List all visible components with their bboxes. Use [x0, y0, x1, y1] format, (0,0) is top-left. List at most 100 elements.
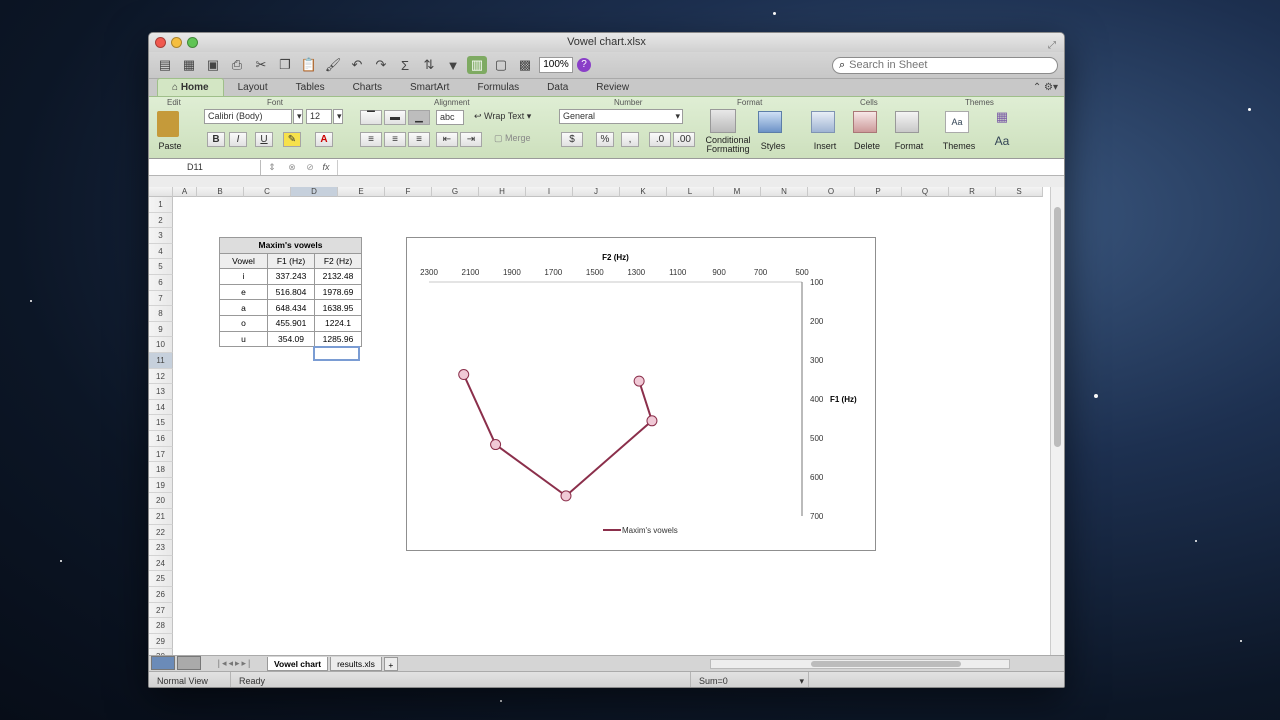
table-header[interactable]: F1 (Hz) [267, 252, 315, 270]
vertical-scroll-thumb[interactable] [1054, 207, 1061, 447]
column-header[interactable]: M [714, 187, 761, 197]
confirm-entry-icon[interactable]: ⊘ [301, 162, 319, 173]
row-header[interactable]: 7 [149, 290, 173, 307]
row-header[interactable]: 17 [149, 446, 173, 463]
delete-button[interactable]: Delete [849, 141, 885, 151]
insert-cells-icon[interactable] [811, 111, 835, 133]
selected-cell[interactable] [313, 346, 360, 361]
column-header[interactable]: F [385, 187, 432, 197]
row-header[interactable]: 13 [149, 384, 173, 400]
table-cell[interactable]: u [219, 330, 268, 348]
column-header[interactable]: R [949, 187, 996, 197]
themes-icon[interactable]: Aa [945, 111, 969, 133]
table-caption[interactable]: Maxim's vowels [219, 237, 362, 254]
ribbon-options-icon[interactable]: ⌃ ⚙▾ [1027, 79, 1064, 96]
sheet-tab-results[interactable]: results.xls [330, 656, 382, 671]
row-header[interactable]: 11 [149, 353, 173, 369]
column-header[interactable]: H [479, 187, 526, 197]
media-icon[interactable]: ▩ [515, 56, 535, 74]
copy-icon[interactable]: ❐ [275, 56, 295, 74]
align-bottom-icon[interactable]: ▁ [408, 110, 430, 125]
row-header[interactable]: 26 [149, 587, 173, 603]
styles-button[interactable]: Styles [757, 141, 789, 151]
tab-tables[interactable]: Tables [282, 79, 339, 96]
row-header[interactable]: 23 [149, 540, 173, 556]
table-cell[interactable]: e [219, 283, 268, 301]
formula-input[interactable] [337, 159, 1064, 175]
bold-button[interactable]: B [207, 132, 225, 147]
align-center-icon[interactable]: ≡ [384, 132, 406, 147]
table-cell[interactable]: 1224.1 [314, 314, 362, 332]
undo-icon[interactable]: ↶ [347, 56, 367, 74]
highlight-icon[interactable]: ✎ [283, 132, 301, 147]
column-header[interactable]: E [338, 187, 385, 197]
search-input[interactable] [849, 59, 1030, 71]
gallery-icon[interactable]: ▥ [467, 56, 487, 74]
insert-button[interactable]: Insert [807, 141, 843, 151]
new-workbook-icon[interactable]: ▤ [155, 56, 175, 74]
row-header[interactable]: 3 [149, 228, 173, 244]
wrap-text-button[interactable]: ↩ Wrap Text ▾ [471, 110, 547, 125]
cut-icon[interactable]: ✂ [251, 56, 271, 74]
row-header[interactable]: 10 [149, 337, 173, 353]
sheet-navigation-arrows[interactable]: |◂◂▸▸| [205, 658, 265, 669]
vertical-scrollbar[interactable] [1050, 187, 1064, 661]
row-header[interactable]: 2 [149, 212, 173, 229]
table-cell[interactable]: 516.804 [267, 283, 315, 301]
font-color-icon[interactable]: A [315, 132, 333, 147]
column-header[interactable]: L [667, 187, 714, 197]
format-cells-icon[interactable] [895, 111, 919, 133]
italic-button[interactable]: I [229, 132, 247, 147]
merge-button[interactable]: ▢ Merge [491, 132, 541, 147]
orientation-select[interactable]: abc [436, 110, 464, 125]
cancel-entry-icon[interactable]: ⊗ [283, 162, 301, 173]
autosum-icon[interactable]: Σ [395, 56, 415, 74]
toolbox-icon[interactable]: ▢ [491, 56, 511, 74]
column-header[interactable]: P [855, 187, 902, 197]
font-size-dropdown-icon[interactable]: ▾ [333, 109, 343, 124]
table-cell[interactable]: a [219, 299, 268, 316]
row-header[interactable]: 14 [149, 399, 173, 416]
conditional-formatting-button[interactable]: Conditional Formatting [702, 136, 754, 154]
open-icon[interactable]: ▦ [179, 56, 199, 74]
table-cell[interactable]: 337.243 [267, 268, 315, 285]
horizontal-scroll-thumb[interactable] [810, 660, 961, 667]
format-painter-icon[interactable]: 🖌 [323, 56, 343, 74]
row-header[interactable]: 15 [149, 415, 173, 431]
table-header[interactable]: Vowel [219, 252, 268, 270]
row-header[interactable]: 16 [149, 431, 173, 447]
table-cell[interactable]: 648.434 [267, 299, 315, 316]
row-header[interactable]: 29 [149, 633, 173, 650]
row-header[interactable]: 22 [149, 524, 173, 541]
tab-formulas[interactable]: Formulas [463, 79, 533, 96]
row-header[interactable]: 1 [149, 197, 173, 213]
row-header[interactable]: 20 [149, 493, 173, 509]
sort-icon[interactable]: ⇅ [419, 56, 439, 74]
increase-decimal-icon[interactable]: .0 [649, 132, 671, 147]
column-header[interactable]: K [620, 187, 667, 197]
percent-icon[interactable]: % [596, 132, 614, 147]
zoom-button[interactable] [187, 37, 198, 48]
paste-button[interactable] [157, 111, 179, 137]
normal-view-button[interactable] [151, 655, 175, 670]
select-all-corner[interactable] [149, 187, 173, 197]
tab-layout[interactable]: Layout [224, 79, 282, 96]
tab-review[interactable]: Review [582, 79, 643, 96]
print-icon[interactable]: ⎙ [227, 56, 247, 74]
row-header[interactable]: 4 [149, 243, 173, 260]
table-cell[interactable]: 455.901 [267, 314, 315, 332]
currency-icon[interactable]: $ [561, 132, 583, 147]
column-header[interactable]: D [291, 187, 338, 197]
font-size-select[interactable]: 12 [306, 109, 332, 124]
row-header[interactable]: 25 [149, 571, 173, 587]
row-header[interactable]: 9 [149, 321, 173, 338]
vowel-chart[interactable]: F2 (Hz) 2300 2100 1900 1700 1500 1300 1100 900 70… [406, 237, 876, 551]
fullscreen-icon[interactable]: ⤢ [1048, 36, 1056, 55]
page-layout-view-button[interactable] [177, 655, 201, 670]
table-cell[interactable]: 2132.48 [314, 268, 362, 285]
align-middle-icon[interactable]: ▬ [384, 110, 406, 125]
status-sum[interactable]: Sum=0 ▾ [691, 671, 809, 687]
help-icon[interactable]: ? [577, 58, 591, 72]
comma-icon[interactable]: , [621, 132, 639, 147]
themes-button[interactable]: Themes [941, 141, 977, 151]
